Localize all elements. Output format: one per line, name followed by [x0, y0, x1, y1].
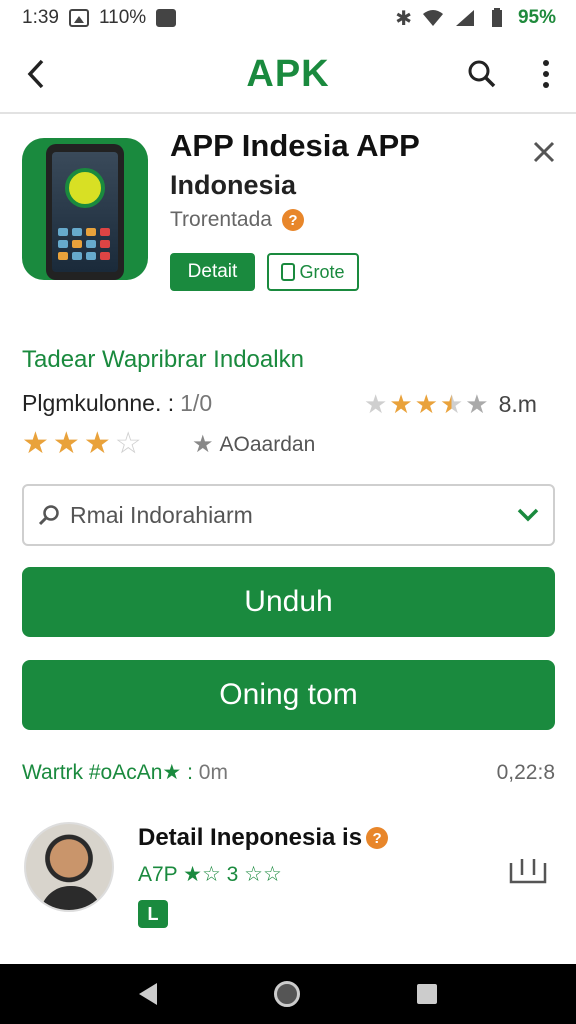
wifi-icon [422, 10, 443, 26]
status-right: ✱ 95% [395, 6, 556, 31]
open-button[interactable]: Oning tom [22, 660, 555, 730]
message-notification-icon [156, 9, 177, 27]
meta-label: Wartrk #oAcAn★ : [22, 761, 193, 784]
region-select[interactable]: Rmai Indorahiarm [22, 484, 555, 546]
app-bar-title: APK [246, 52, 330, 95]
downloads-row: Plgmkulonne. :1/0 [22, 390, 212, 417]
star-full-icon[interactable]: ★ [22, 428, 49, 460]
star-half-icon: ★ [439, 389, 464, 419]
app-subtitle: Indonesia [170, 170, 297, 200]
verified-icon: ? [281, 209, 304, 231]
phone-graphic [46, 144, 124, 280]
download-button[interactable]: Unduh [22, 567, 555, 637]
rating-count: 8.m [498, 390, 537, 417]
close-icon [533, 141, 555, 163]
battery-icon [491, 8, 502, 27]
star-empty-icon: ★ [364, 389, 388, 419]
rating-summary: ★ ★ ★ ★ ★ 8.m [364, 390, 537, 418]
chevron-left-icon [27, 59, 44, 89]
search-icon [38, 505, 59, 526]
share-button[interactable] [506, 852, 550, 888]
signal-icon [455, 10, 474, 26]
downloads-label: Plgmkulonne. : [22, 390, 175, 416]
review-title[interactable]: Detail Ineponesia is ? [138, 824, 389, 852]
developer-name: Trorentada [170, 208, 272, 231]
status-time: 1:39 [22, 7, 59, 28]
star-full-icon: ★ [389, 389, 413, 419]
app-bar: APK [0, 36, 576, 114]
status-bar: 1:39 110% ✱ 95% [0, 0, 576, 36]
star-full-icon: ★ [414, 389, 438, 419]
review-rating-text: A7P ★☆ 3 ☆☆ [138, 863, 282, 886]
app-icon [22, 138, 148, 280]
system-nav-bar [0, 964, 576, 1024]
star-badge-icon: ★ [192, 431, 214, 458]
search-icon [468, 60, 496, 88]
more-options-button[interactable] [528, 54, 564, 94]
developer-row[interactable]: Trorentada ? [170, 208, 304, 232]
verified-icon: ? [366, 827, 389, 849]
region-select-value: Rmai Indorahiarm [70, 501, 253, 528]
bluetooth-icon: ✱ [395, 7, 412, 30]
status-left: 1:39 110% [22, 7, 177, 29]
gallery-notification-icon [68, 9, 89, 27]
meta-value: 0m [198, 761, 228, 784]
back-button[interactable] [18, 54, 54, 94]
review-badge: L [138, 900, 168, 928]
star-empty-icon[interactable]: ☆ [115, 428, 142, 460]
star-full-icon[interactable]: ★ [84, 428, 111, 460]
award-row: ★ AOaardan [192, 430, 315, 459]
downloads-value: 1/0 [180, 390, 213, 416]
review-title-text: Detail Ineponesia is [138, 824, 363, 851]
document-icon [281, 263, 296, 281]
close-button[interactable] [528, 136, 560, 168]
avatar[interactable] [24, 822, 114, 912]
app-name: APP Indesia APP [170, 128, 420, 163]
grote-label: Grote [299, 261, 345, 282]
more-vertical-icon [543, 60, 549, 88]
award-label: AOaardan [219, 432, 316, 456]
chevron-down-icon [517, 508, 539, 522]
star-grey-icon: ★ [465, 389, 489, 419]
app-tagline: Tadear Wapribrar Indoalkn [22, 346, 304, 373]
battery-level: 95% [517, 7, 556, 28]
search-button[interactable] [462, 54, 502, 94]
detail-button[interactable]: Detait [170, 253, 255, 291]
nav-recents-icon[interactable] [417, 984, 438, 1004]
nav-home-icon[interactable] [273, 981, 300, 1007]
status-notif-text: 110% [98, 7, 147, 28]
meta-timestamp: 0,22:8 [496, 760, 555, 784]
user-rating-stars[interactable]: ★ ★ ★ ☆ [22, 428, 142, 460]
star-full-icon[interactable]: ★ [53, 428, 80, 460]
grote-button[interactable]: Grote [267, 253, 359, 291]
meta-row: Wartrk #oAcAn★ : 0m 0,22:8 [22, 760, 555, 785]
meta-left: Wartrk #oAcAn★ : 0m [22, 760, 228, 785]
share-icon [509, 859, 547, 884]
nav-back-icon[interactable] [138, 983, 157, 1005]
